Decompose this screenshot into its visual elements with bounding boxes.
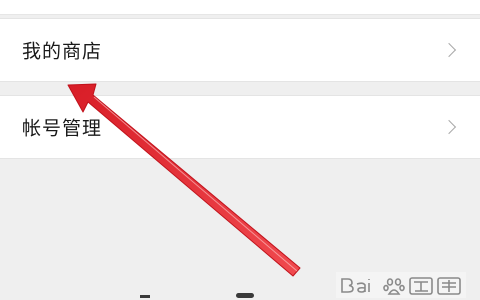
menu-item-label: 帐号管理 (22, 117, 103, 140)
chevron-right-icon (441, 42, 457, 58)
top-partial-row (0, 0, 480, 15)
baidu-watermark (336, 272, 466, 298)
menu-item-my-store[interactable]: 我的商店 (0, 18, 480, 82)
bottom-partial-content (140, 286, 260, 300)
menu-item-label: 我的商店 (22, 40, 103, 63)
menu-item-account-management[interactable]: 帐号管理 (0, 95, 480, 159)
chevron-right-icon (441, 119, 457, 135)
